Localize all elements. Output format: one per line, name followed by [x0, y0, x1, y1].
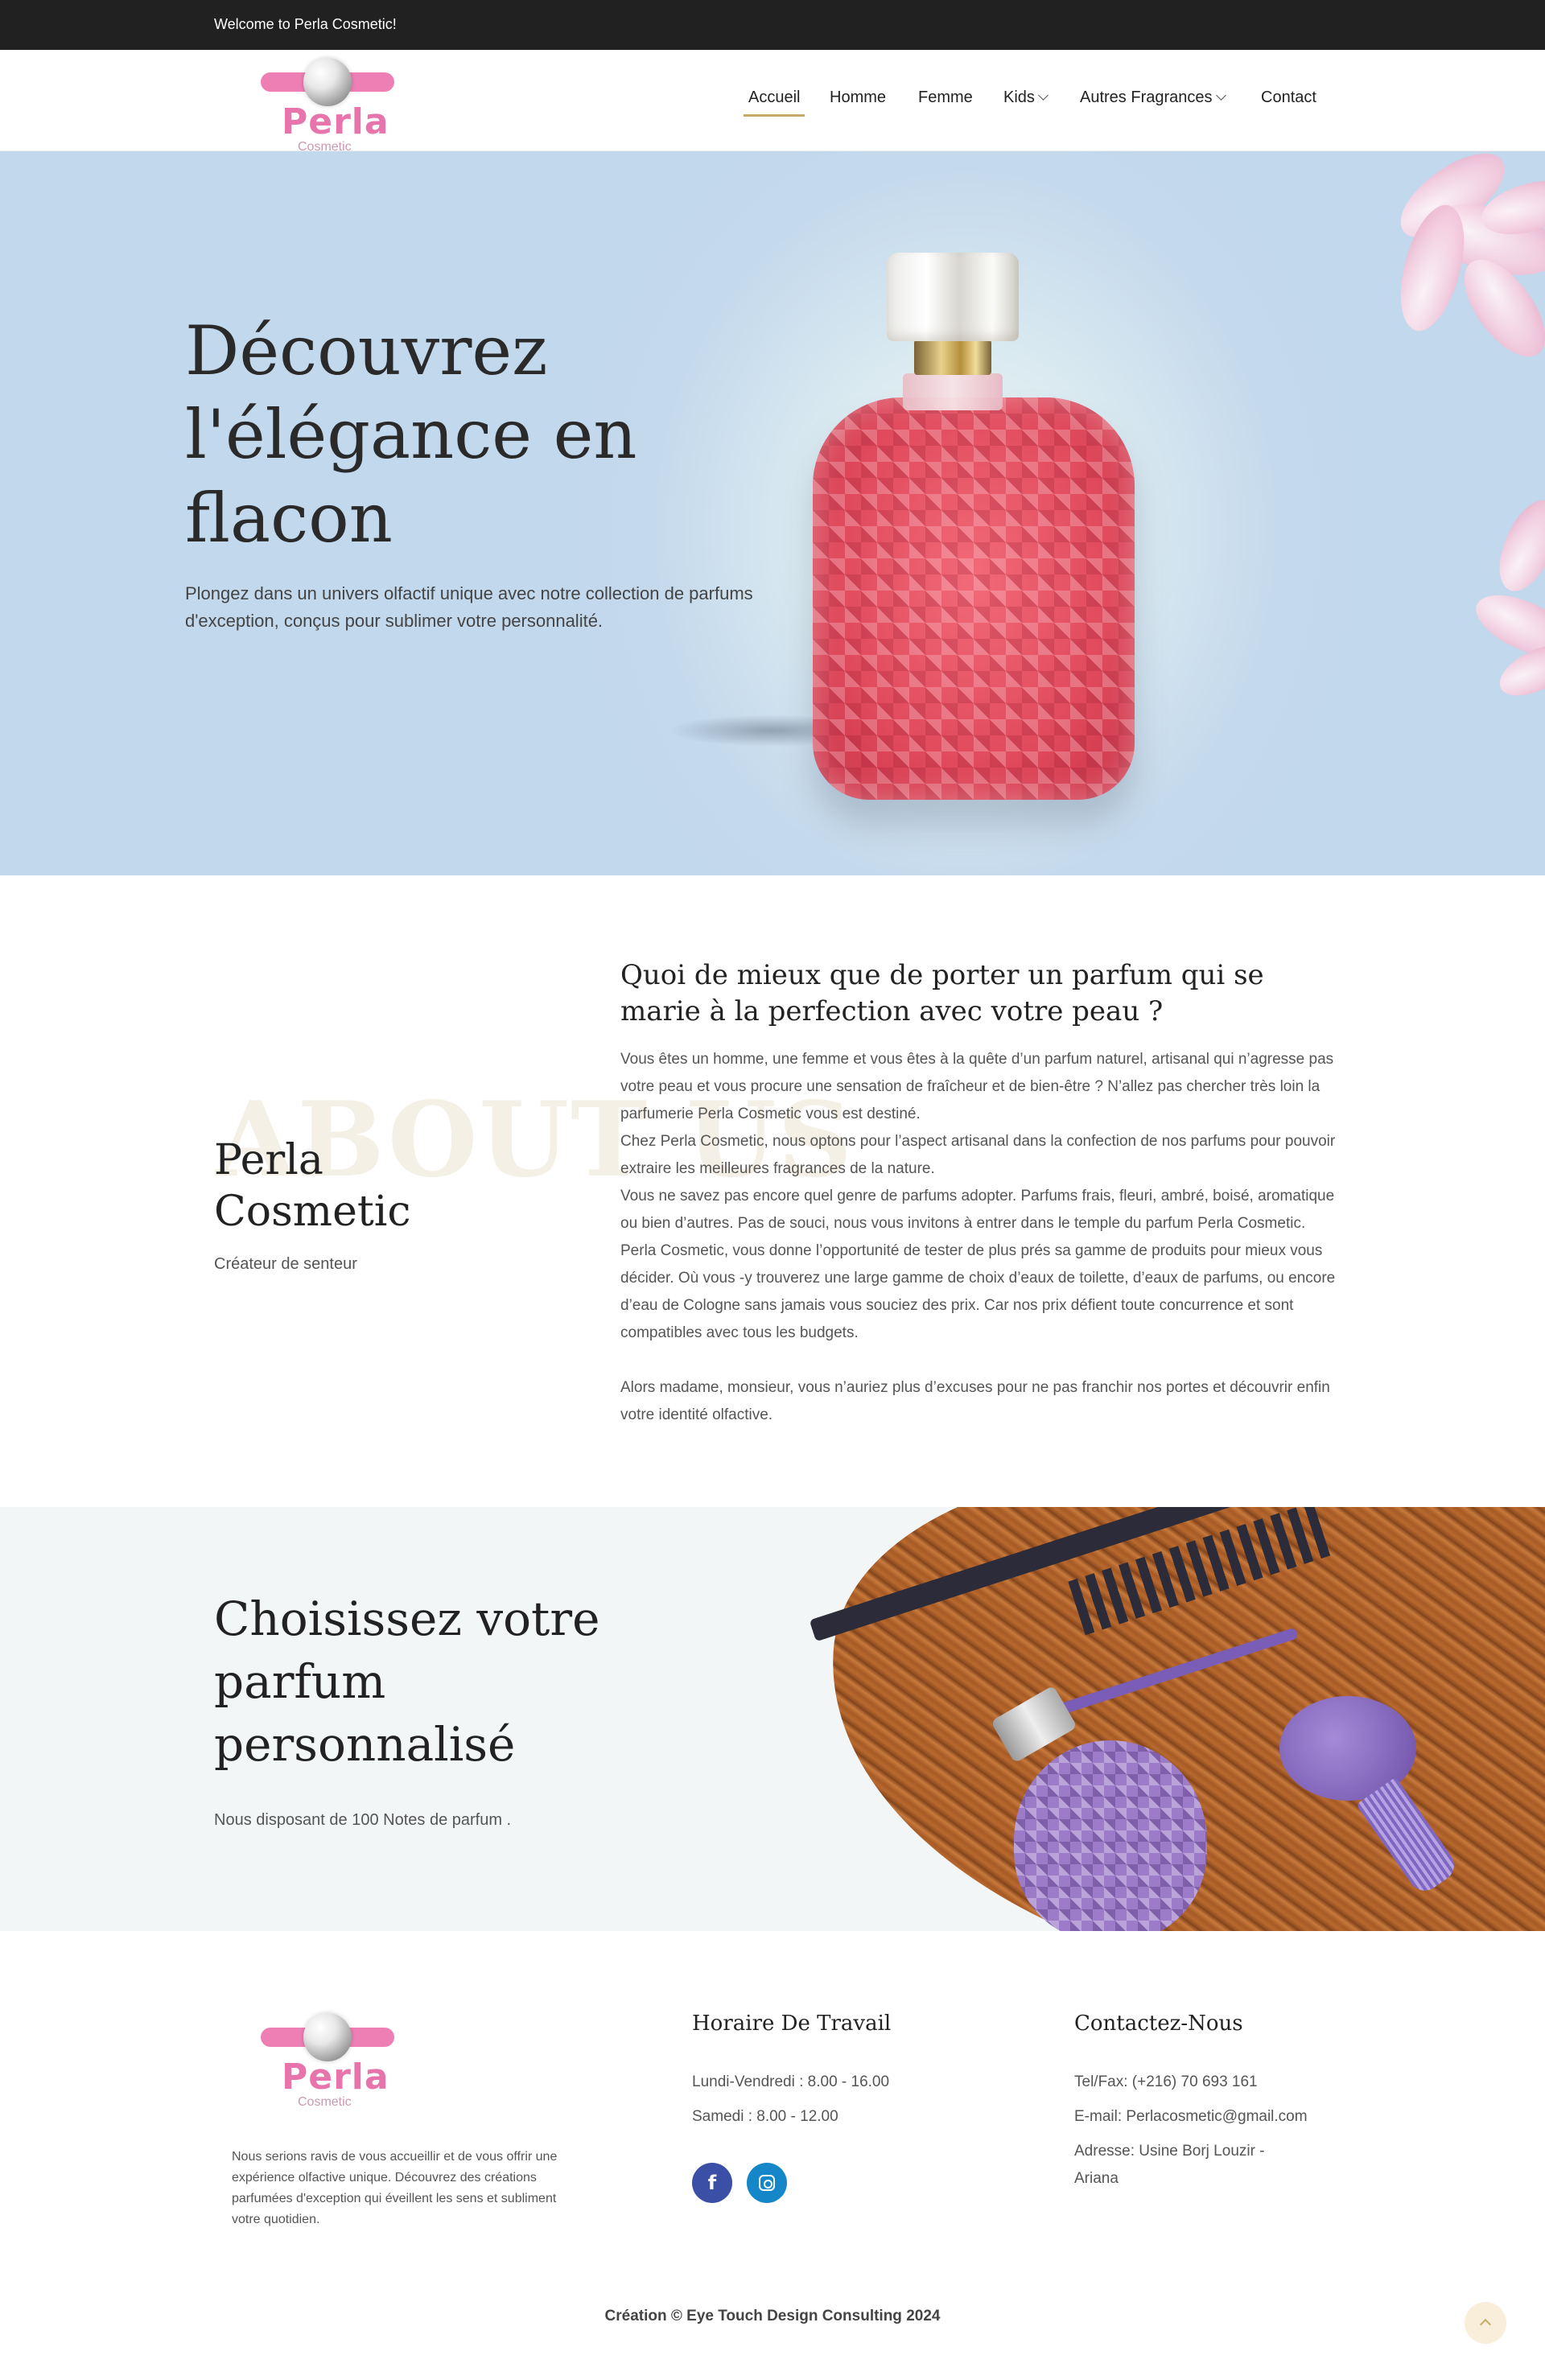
chevron-up-icon — [1479, 2318, 1492, 2331]
about-paragraph: Alors madame, monsieur, vous n’auriez pl… — [620, 1379, 1330, 1423]
hours-saturday: Samedi : 8.00 - 12.00 — [692, 2108, 838, 2125]
footer-description: Nous serions ravis de vous accueillir et… — [232, 2150, 558, 2226]
hero-text: Plongez dans un univers olfactif unique … — [185, 583, 753, 631]
contact-email[interactable]: E-mail: Perlacosmetic@gmail.com — [1074, 2108, 1308, 2126]
welcome-text: Welcome to Perla Cosmetic! — [214, 16, 397, 32]
contact-phone: Tel/Fax: (+216) 70 693 161 — [1074, 2073, 1258, 2090]
site-header: Perla Cosmetic Accueil Homme Femme Kids … — [0, 50, 1545, 154]
hours-weekday: Lundi-Vendredi : 8.00 - 16.00 — [692, 2073, 890, 2090]
nav-item-kids-label: Kids — [1003, 89, 1035, 106]
hours-title: Horaire De Travail — [692, 2011, 892, 2036]
brand-logo[interactable]: Perla Cosmetic — [261, 56, 398, 154]
about-paragraph: Vous êtes un homme, une femme et vous êt… — [620, 1051, 1334, 1122]
nav-item-accueil[interactable]: Accueil — [743, 89, 806, 117]
chevron-down-icon — [1038, 90, 1049, 101]
logo-pearl-shape — [303, 2013, 352, 2061]
nav-item-autres-fragrances[interactable]: Autres Fragrances — [1080, 89, 1226, 107]
contact-address-city: Ariana — [1074, 2170, 1119, 2187]
contact-title: Contactez-Nous — [1074, 2011, 1243, 2036]
nav-item-autres-fragrances-label: Autres Fragrances — [1080, 89, 1213, 106]
hero-banner: Découvrez l'élégance en flacon Plongez d… — [0, 151, 1545, 875]
about-heading: Quoi de mieux que de porter un parfum qu… — [620, 959, 1264, 1027]
bottle-collar — [914, 340, 991, 375]
bottle-neck — [903, 373, 1003, 410]
custom-perfume-text: Nous disposant de 100 Notes de parfum . — [214, 1811, 512, 1829]
facebook-icon[interactable]: f — [692, 2163, 732, 2203]
custom-perfume-section: Choisissez votre parfum personnalisé Nou… — [0, 1507, 1545, 1931]
instagram-glyph — [759, 2175, 775, 2191]
logo-wordmark: Perla — [282, 2057, 389, 2098]
nav-item-contact[interactable]: Contact — [1261, 89, 1316, 107]
logo-tagline: Cosmetic — [298, 2095, 352, 2109]
instagram-icon[interactable] — [747, 2163, 787, 2203]
about-subtitle: Créateur de senteur — [214, 1255, 357, 1273]
about-title: Perla Cosmetic — [214, 1136, 411, 1236]
logo-wordmark: Perla — [282, 101, 389, 142]
back-to-top-button[interactable] — [1465, 2302, 1506, 2344]
about-body: Vous êtes un homme, une femme et vous êt… — [620, 1046, 1337, 1429]
top-bar: Welcome to Perla Cosmetic! — [0, 0, 1545, 50]
custom-perfume-title: Choisissez votre parfum personnalisé — [214, 1591, 600, 1772]
purple-perfume-bottle-image — [1014, 1740, 1207, 1931]
about-paragraph: Chez Perla Cosmetic, nous optons pour l’… — [620, 1133, 1336, 1177]
nav-item-kids[interactable]: Kids — [1003, 89, 1049, 107]
logo-pearl-shape — [303, 58, 352, 106]
perfume-bottle-image — [789, 253, 1159, 864]
hero-title: Découvrez l'élégance en flacon — [185, 311, 637, 558]
chevron-down-icon — [1215, 90, 1226, 101]
nav-item-femme[interactable]: Femme — [918, 89, 973, 107]
about-paragraph: Vous ne savez pas encore quel genre de p… — [620, 1188, 1336, 1341]
contact-address: Adresse: Usine Borj Louzir - — [1074, 2143, 1265, 2160]
nav-item-homme[interactable]: Homme — [830, 89, 886, 107]
copyright-text: Création © Eye Touch Design Consulting 2… — [604, 2308, 941, 2324]
bottle-body — [813, 397, 1135, 800]
bottle-cap — [887, 253, 1019, 341]
footer-logo[interactable]: Perla Cosmetic — [261, 2011, 398, 2109]
